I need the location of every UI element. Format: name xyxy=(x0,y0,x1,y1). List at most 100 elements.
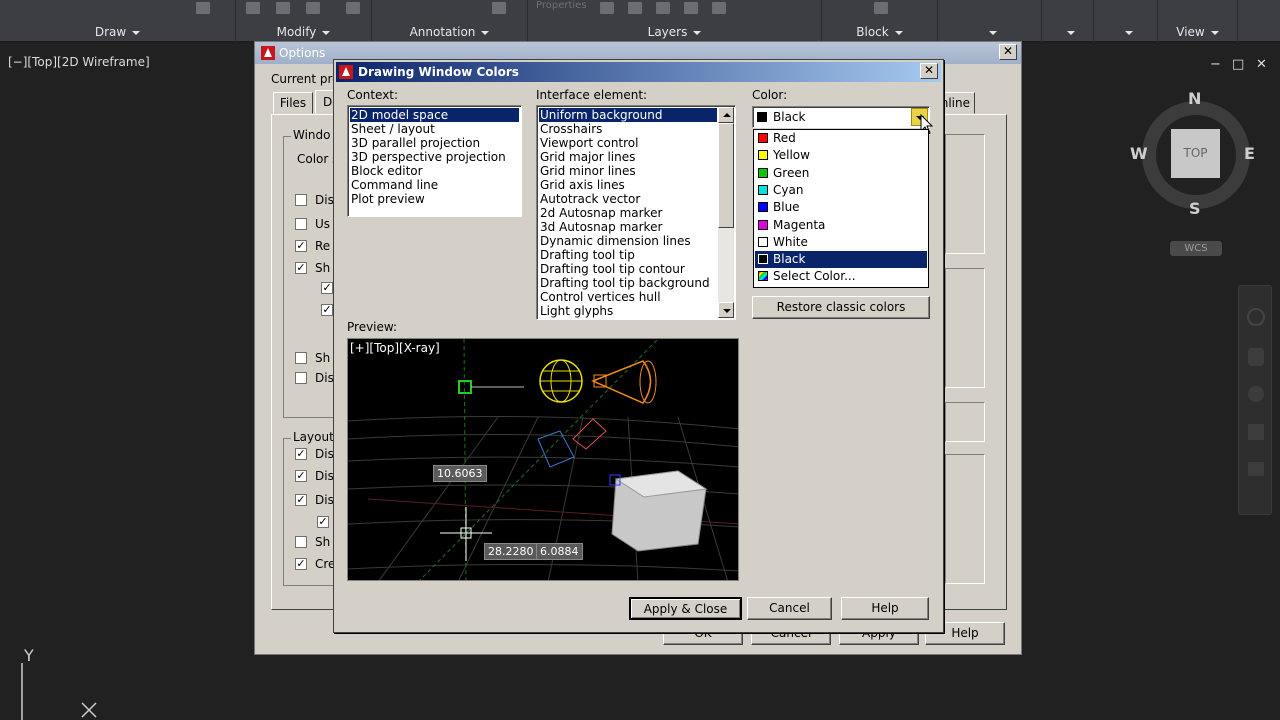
scroll-up-button[interactable] xyxy=(718,107,734,123)
ribbon-panel-view[interactable]: View xyxy=(1158,0,1238,42)
scroll-down-button[interactable] xyxy=(718,302,734,318)
wcs-button[interactable]: WCS xyxy=(1170,241,1222,256)
option-checkbox[interactable] xyxy=(295,352,307,364)
option-checkbox[interactable]: ✓ xyxy=(321,282,333,294)
dwc-cancel-button[interactable]: Cancel xyxy=(747,597,832,620)
viewcube[interactable]: N S W E TOP xyxy=(1130,89,1256,218)
context-list-item[interactable]: 2D model space xyxy=(350,108,519,122)
context-list[interactable]: 2D model space Sheet / layout 3D parallel … xyxy=(347,105,522,217)
color-option[interactable]: Blue xyxy=(755,199,927,216)
option-checkbox[interactable] xyxy=(295,194,307,206)
color-dropdown[interactable]: Black xyxy=(752,106,930,128)
ribbon-panel-annotation[interactable]: Annotation xyxy=(372,0,528,42)
layer-tool-icon[interactable] xyxy=(712,2,726,14)
ribbon-panel-modify[interactable]: Modify xyxy=(236,0,372,42)
interface-element-item[interactable]: Dynamic dimension lines xyxy=(539,234,717,248)
color-option[interactable]: Magenta xyxy=(755,217,927,234)
steering-wheel-icon[interactable] xyxy=(1247,308,1265,326)
context-list-item[interactable]: 3D parallel projection xyxy=(350,136,519,150)
chevron-down-icon xyxy=(894,30,903,35)
orbit-icon[interactable] xyxy=(1248,424,1264,440)
apply-close-button[interactable]: Apply & Close xyxy=(629,597,742,620)
interface-element-item[interactable]: Drafting tool tip background xyxy=(539,276,717,290)
ribbon-panel-label: Modify xyxy=(276,25,317,39)
option-checkbox[interactable] xyxy=(295,218,307,230)
ribbon-panel-extra2[interactable] xyxy=(1042,0,1094,42)
zoom-icon[interactable] xyxy=(1248,386,1264,402)
color-option[interactable]: Cyan xyxy=(755,182,927,199)
tool-icon[interactable] xyxy=(874,2,888,14)
interface-element-item[interactable]: Control vertices hull xyxy=(539,290,717,304)
ribbon-panel-layers[interactable]: Layers Properties xyxy=(528,0,822,42)
minimize-icon[interactable]: − xyxy=(1210,57,1221,72)
tab-files[interactable]: Files xyxy=(273,92,313,114)
restore-classic-colors-button[interactable]: Restore classic colors xyxy=(752,296,930,319)
option-checkbox[interactable] xyxy=(295,372,307,384)
interface-element-item[interactable]: Grid minor lines xyxy=(539,164,717,178)
layer-tool-icon[interactable] xyxy=(656,2,670,14)
color-option[interactable]: Black xyxy=(755,251,927,269)
chevron-down-icon xyxy=(481,30,490,35)
tool-icon[interactable] xyxy=(246,2,260,14)
ribbon-panel-label: View xyxy=(1176,25,1205,39)
viewcube-top-face[interactable]: TOP xyxy=(1171,129,1220,178)
context-list-item[interactable]: Plot preview xyxy=(350,192,519,206)
restore-icon[interactable]: □ xyxy=(1232,57,1244,72)
button-label: Apply & Close xyxy=(643,602,728,616)
color-option[interactable]: Red xyxy=(755,130,927,147)
tool-icon[interactable] xyxy=(306,2,320,14)
interface-element-item[interactable]: Crosshairs xyxy=(539,122,717,136)
color-option[interactable]: Yellow xyxy=(755,147,927,164)
compass-north-label[interactable]: N xyxy=(1188,89,1201,108)
interface-element-item[interactable]: Drafting tool tip xyxy=(539,248,717,262)
interface-element-list[interactable]: Uniform background Crosshairs Viewport con… xyxy=(536,105,736,320)
tool-icon[interactable] xyxy=(346,2,360,14)
interface-element-item[interactable]: Uniform background xyxy=(539,108,717,122)
ribbon-panel-draw[interactable]: Draw xyxy=(0,0,236,42)
navigation-bar[interactable] xyxy=(1238,285,1272,515)
interface-element-item[interactable]: Light glyphs xyxy=(539,304,717,318)
compass-east-label[interactable]: E xyxy=(1244,144,1255,163)
dwc-close-button[interactable]: ✕ xyxy=(920,63,938,79)
tool-icon[interactable] xyxy=(276,2,290,14)
layer-tool-icon[interactable] xyxy=(600,2,614,14)
layer-tool-icon[interactable] xyxy=(684,2,698,14)
interface-element-item[interactable]: Autotrack vector xyxy=(539,192,717,206)
interface-element-item[interactable]: Viewport control xyxy=(539,136,717,150)
ribbon-panel-extra1[interactable] xyxy=(938,0,1042,42)
context-list-item[interactable]: Sheet / layout xyxy=(350,122,519,136)
interface-scrollbar[interactable] xyxy=(718,107,734,318)
layer-properties-label[interactable]: Properties xyxy=(536,0,587,11)
ribbon-panel-block[interactable]: Block xyxy=(822,0,938,42)
color-dropdown-list[interactable]: Red Yellow Green Cyan Blue Magenta White Black S… xyxy=(753,129,929,288)
color-option[interactable]: White xyxy=(755,234,927,251)
close-icon[interactable]: ✕ xyxy=(1256,57,1267,72)
color-option[interactable]: Green xyxy=(755,165,927,182)
pan-icon[interactable] xyxy=(1248,348,1264,366)
layer-tool-icon[interactable] xyxy=(628,2,642,14)
tool-icon[interactable] xyxy=(492,2,506,14)
ribbon-panel-label: Annotation xyxy=(409,25,476,39)
color-option[interactable]: Select Color... xyxy=(755,268,927,285)
option-checkbox[interactable]: ✓ xyxy=(295,240,307,252)
option-checkbox[interactable]: ✓ xyxy=(295,262,307,274)
context-list-item[interactable]: Command line xyxy=(350,178,519,192)
interface-element-item[interactable]: Grid axis lines xyxy=(539,178,717,192)
interface-element-item[interactable]: 2d Autosnap marker xyxy=(539,206,717,220)
interface-element-item[interactable]: 3d Autosnap marker xyxy=(539,220,717,234)
context-list-item[interactable]: 3D perspective projection xyxy=(350,150,519,164)
interface-element-item[interactable]: Drafting tool tip contour xyxy=(539,262,717,276)
showmotion-icon[interactable] xyxy=(1248,462,1264,476)
dwc-titlebar[interactable]: Drawing Window Colors xyxy=(336,62,941,82)
interface-element-item[interactable]: Grid major lines xyxy=(539,150,717,164)
options-close-button[interactable]: ✕ xyxy=(999,44,1017,60)
compass-west-label[interactable]: W xyxy=(1130,144,1148,163)
viewport-control-label[interactable]: [−][Top][2D Wireframe] xyxy=(8,55,150,69)
tool-icon[interactable] xyxy=(196,2,210,14)
scroll-thumb[interactable] xyxy=(718,123,734,228)
dwc-help-button[interactable]: Help xyxy=(841,597,929,620)
option-checkbox[interactable]: ✓ xyxy=(321,304,333,316)
compass-south-label[interactable]: S xyxy=(1189,199,1201,218)
ribbon-panel-extra3[interactable] xyxy=(1094,0,1158,42)
context-list-item[interactable]: Block editor xyxy=(350,164,519,178)
